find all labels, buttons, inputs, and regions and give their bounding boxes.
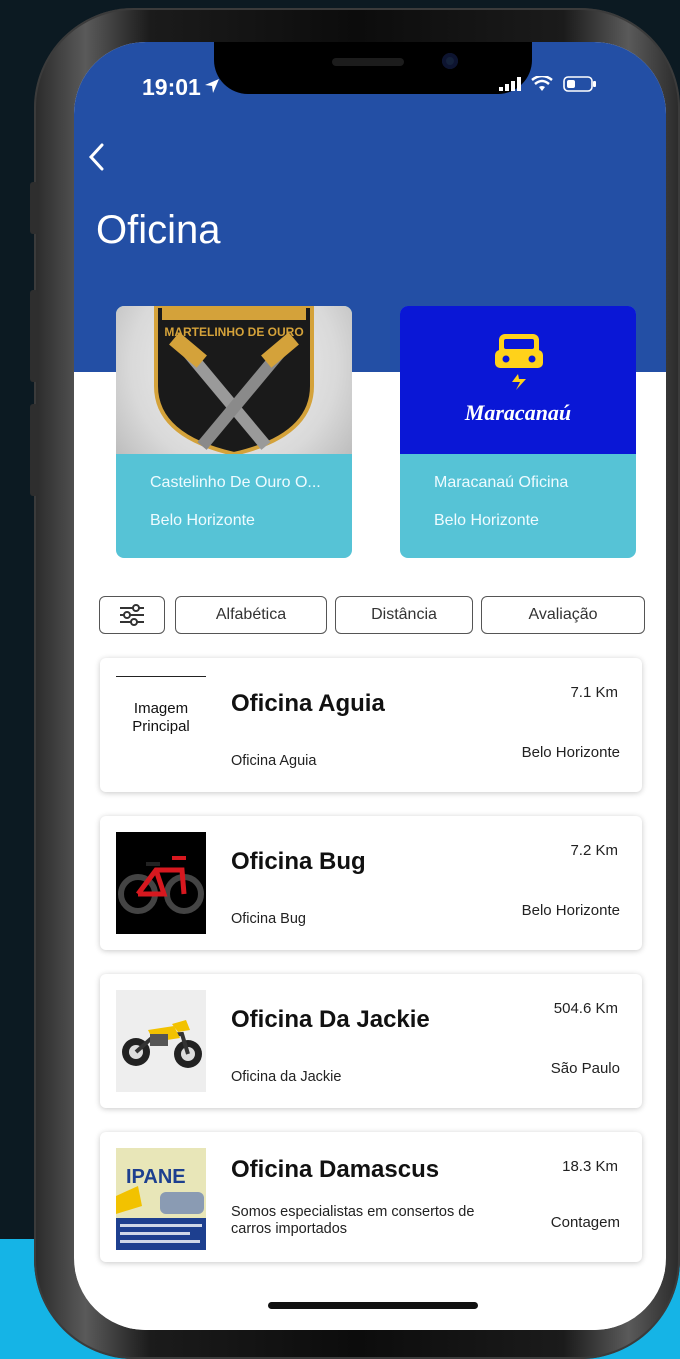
mute-switch — [30, 182, 38, 234]
filter-settings-button[interactable] — [99, 596, 165, 634]
location-arrow-icon — [205, 79, 219, 93]
wifi-icon — [531, 76, 553, 91]
motorcycle-thumbnail — [116, 990, 206, 1092]
maracanau-logo-text: Maracanaú — [464, 400, 571, 425]
phone-screen: 19:01 Oficina MARTELINHO DE OURO Casteli… — [74, 42, 666, 1330]
shop-city: Belo Horizonte — [521, 902, 620, 919]
placeholder-image: Imagem Principal — [116, 674, 206, 776]
list-item[interactable]: Oficina Da Jackie Oficina da Jackie 504.… — [100, 974, 642, 1108]
shop-name: Oficina Da Jackie — [231, 1006, 430, 1033]
shop-city: Contagem — [550, 1214, 620, 1231]
list-item[interactable]: Oficina Bug Oficina Bug 7.2 Km Belo Hori… — [100, 816, 642, 950]
sliders-icon — [120, 604, 144, 626]
featured-name: Maracanaú Oficina — [434, 474, 569, 491]
bottom-safe-area — [74, 1270, 666, 1330]
featured-city: Belo Horizonte — [434, 512, 539, 529]
bike-thumbnail — [116, 832, 206, 934]
featured-card-castelinho[interactable]: MARTELINHO DE OURO Castelinho De Ouro O.… — [116, 306, 352, 558]
castelinho-logo-text: MARTELINHO DE OURO — [164, 325, 303, 339]
sort-alphabetical-button[interactable]: Alfabética — [175, 596, 327, 634]
chevron-left-icon — [88, 143, 104, 171]
shop-name: Oficina Aguia — [231, 690, 385, 717]
shop-description: Oficina Aguia — [231, 753, 317, 769]
back-button[interactable] — [88, 140, 104, 178]
list-item[interactable]: Imagem Principal Oficina Aguia Oficina A… — [100, 658, 642, 792]
ipanema-thumbnail: IPANE — [116, 1148, 206, 1250]
volume-up-button — [30, 290, 38, 382]
battery-icon — [563, 76, 596, 92]
shop-city: Belo Horizonte — [521, 744, 620, 761]
status-icons — [499, 76, 597, 92]
status-time: 19:01 — [142, 74, 201, 100]
shop-city: São Paulo — [550, 1060, 620, 1077]
shop-description: Somos especialistas em consertos de carr… — [231, 1204, 475, 1237]
shop-distance: 504.6 Km — [553, 1000, 618, 1017]
shop-name: Oficina Bug — [231, 848, 366, 875]
castelinho-logo: MARTELINHO DE OURO — [116, 306, 352, 457]
image-placeholder-text: Imagem Principal — [132, 700, 190, 735]
sort-rating-button[interactable]: Avaliação — [481, 596, 645, 634]
featured-city: Belo Horizonte — [150, 512, 255, 529]
list-item[interactable]: IPANE Oficina Damascus Somos especialist… — [100, 1132, 642, 1262]
featured-name: Castelinho De Ouro O... — [150, 474, 321, 491]
shop-distance: 18.3 Km — [562, 1158, 618, 1175]
volume-down-button — [30, 404, 38, 496]
notch — [214, 42, 532, 94]
home-indicator[interactable] — [268, 1302, 478, 1309]
shop-name: Oficina Damascus — [231, 1156, 440, 1183]
signal-icon — [499, 77, 521, 91]
featured-card-maracanau[interactable]: Maracanaú Maracanaú Oficina Belo Horizon… — [400, 306, 636, 558]
shop-distance: 7.2 Km — [570, 842, 618, 859]
shop-description: Oficina Bug — [231, 911, 306, 927]
filter-bar: Alfabética Distância Avaliação — [99, 596, 645, 636]
page-title: Oficina — [96, 208, 221, 252]
maracanau-logo: Maracanaú — [400, 306, 636, 454]
shop-description: Oficina da Jackie — [231, 1069, 342, 1085]
sort-distance-button[interactable]: Distância — [335, 596, 473, 634]
shop-distance: 7.1 Km — [570, 684, 618, 701]
front-camera — [442, 53, 458, 69]
speaker — [332, 58, 404, 66]
